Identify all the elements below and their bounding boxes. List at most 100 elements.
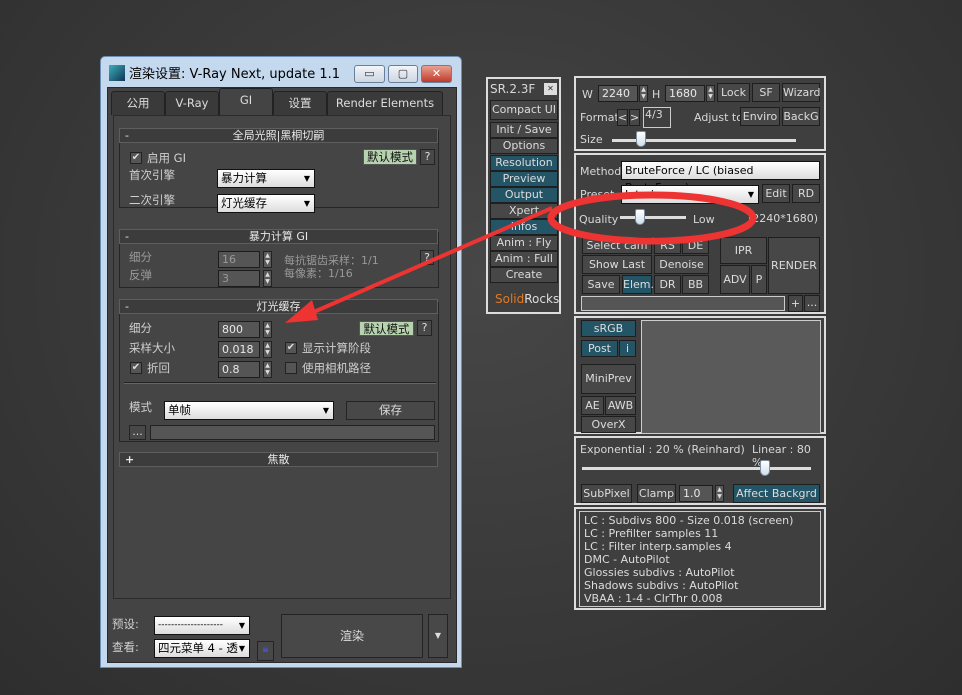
sr-button-preview[interactable]: Preview — [490, 171, 558, 187]
lc-subdivs-spinner[interactable]: ▲▼ — [263, 321, 272, 338]
clamp-button[interactable]: Clamp — [637, 484, 676, 503]
sf-button[interactable]: SF — [752, 83, 780, 102]
render-options-dropdown-icon[interactable]: ▼ — [428, 614, 448, 658]
elements-button[interactable]: Elem. — [622, 275, 652, 294]
primary-engine-dropdown[interactable]: 暴力计算 — [217, 169, 315, 188]
retrace-input[interactable]: 0.8 — [218, 361, 260, 378]
select-cam-button[interactable]: Select cam — [582, 237, 652, 254]
minimize-button[interactable]: ▭ — [354, 65, 385, 83]
gi-rollout-header[interactable]: -全局光照|黑桐切嗣 — [119, 128, 438, 143]
bf-rollout-header[interactable]: -暴力计算 GI — [119, 229, 438, 244]
collapse-toggle[interactable]: - — [125, 129, 129, 142]
sr-button-output[interactable]: Output — [490, 187, 558, 203]
ipr-button[interactable]: IPR — [720, 237, 767, 264]
sr-button-init-save[interactable]: Init / Save — [490, 122, 558, 138]
sr-button-create[interactable]: Create — [490, 267, 558, 283]
adv-button[interactable]: ADV — [720, 265, 750, 294]
quality-slider[interactable] — [620, 216, 686, 219]
ae-button[interactable]: AE — [581, 396, 604, 415]
big-render-button[interactable]: RENDER — [768, 237, 820, 294]
height-input[interactable]: 1680 — [665, 85, 705, 102]
quality-slider-thumb[interactable] — [635, 209, 645, 225]
backg-button[interactable]: BackG — [782, 107, 820, 126]
sr-button-xpert[interactable]: Xpert — [490, 203, 558, 219]
use-camera-checkbox[interactable] — [285, 362, 297, 374]
exposure-slider[interactable] — [582, 467, 811, 470]
lc-save-button[interactable]: 保存 — [346, 401, 435, 420]
height-spinner[interactable]: ▲▼ — [706, 85, 715, 102]
more-button[interactable]: ... — [804, 295, 820, 312]
format-next-button[interactable]: > — [629, 109, 640, 126]
view-dropdown[interactable]: 四元菜单 4 - 透 — [154, 639, 250, 658]
sr-button-infos[interactable]: Infos — [490, 219, 558, 235]
secondary-engine-dropdown[interactable]: 灯光缓存 — [217, 194, 315, 213]
close-button[interactable]: ✕ — [421, 65, 452, 83]
p-button[interactable]: P — [751, 265, 767, 294]
dr-button[interactable]: DR — [654, 275, 681, 294]
tab-render-elements[interactable]: Render Elements — [327, 91, 443, 115]
miniprev-button[interactable]: MiniPrev — [581, 364, 636, 394]
caustics-rollout-header[interactable]: +焦散 — [119, 452, 438, 467]
clamp-value-input[interactable]: 1.0 — [679, 485, 713, 502]
de-button[interactable]: DE — [682, 237, 709, 254]
lc-help-button[interactable]: ? — [417, 320, 432, 336]
bf-help-button[interactable]: ? — [420, 250, 434, 265]
sr-close-icon[interactable]: ✕ — [544, 83, 557, 95]
sr-button-anim-full[interactable]: Anim : Full — [490, 251, 558, 267]
srgb-button[interactable]: sRGB — [581, 320, 636, 337]
lock-button[interactable]: Lock — [717, 83, 750, 102]
rs-button[interactable]: RS — [654, 237, 681, 254]
width-input[interactable]: 2240 — [598, 85, 638, 102]
sr-button-compact-ui[interactable]: Compact UI — [490, 100, 558, 120]
expand-toggle[interactable]: + — [125, 453, 134, 466]
awb-button[interactable]: AWB — [605, 396, 636, 415]
bb-button[interactable]: BB — [682, 275, 709, 294]
preset-dropdown[interactable]: Interior — [621, 185, 759, 204]
post-button[interactable]: Post — [581, 340, 618, 357]
enable-gi-checkbox[interactable]: ✔ — [130, 152, 142, 164]
format-prev-button[interactable]: < — [617, 109, 628, 126]
retrace-checkbox[interactable]: ✔ — [130, 362, 142, 374]
lock-view-icon[interactable]: 🔒︎ — [257, 641, 274, 661]
rd-button[interactable]: RD — [792, 184, 820, 203]
collapse-toggle[interactable]: - — [125, 300, 129, 313]
browse-button[interactable]: ... — [129, 425, 146, 440]
method-dropdown[interactable]: BruteForce / LC (biased BruteForce) — [621, 161, 820, 180]
mode-dropdown[interactable]: 单帧 — [164, 401, 334, 420]
bf-bounces-spinner[interactable]: ▲▼ — [263, 270, 272, 287]
enviro-button[interactable]: Enviro — [740, 107, 780, 126]
bf-subdivs-input[interactable]: 16 — [218, 251, 260, 268]
default-mode-button[interactable]: 默认模式 — [363, 149, 417, 165]
info-i-button[interactable]: i — [619, 340, 636, 357]
add-button[interactable]: + — [788, 295, 803, 312]
overx-button[interactable]: OverX — [581, 416, 636, 433]
tab-gi[interactable]: GI — [219, 88, 273, 115]
bf-subdivs-spinner[interactable]: ▲▼ — [263, 251, 272, 268]
tab-common[interactable]: 公用 — [111, 91, 165, 115]
width-spinner[interactable]: ▲▼ — [639, 85, 648, 102]
lc-file-path-input[interactable] — [150, 425, 435, 440]
help-button[interactable]: ? — [420, 149, 435, 165]
edit-button[interactable]: Edit — [762, 184, 790, 203]
sr-button-anim-fly[interactable]: Anim : Fly — [490, 235, 558, 251]
size-slider-thumb[interactable] — [636, 131, 646, 147]
lc-subdivs-input[interactable]: 800 — [218, 321, 260, 338]
show-last-button[interactable]: Show Last — [582, 255, 652, 274]
subpixel-button[interactable]: SubPixel — [581, 484, 632, 503]
render-button[interactable]: 渲染 — [281, 614, 423, 658]
sr-button-resolution[interactable]: Resolution — [490, 155, 558, 171]
sample-size-spinner[interactable]: ▲▼ — [263, 341, 272, 358]
affect-background-button[interactable]: Affect Backgrd — [733, 484, 820, 503]
denoise-button[interactable]: Denoise — [654, 255, 709, 274]
restore-button[interactable]: ▢ — [388, 65, 418, 83]
wizard-button[interactable]: Wizard — [782, 83, 820, 102]
show-calc-checkbox[interactable]: ✔ — [285, 342, 297, 354]
tab-vray[interactable]: V-Ray — [165, 91, 219, 115]
retrace-spinner[interactable]: ▲▼ — [263, 361, 272, 378]
preset-dropdown[interactable]: -------------------- — [154, 616, 250, 635]
save-button[interactable]: Save — [582, 275, 620, 294]
aspect-ratio-field[interactable]: 4/3 — [643, 107, 671, 128]
sr-button-options[interactable]: Options — [490, 138, 558, 154]
collapse-toggle[interactable]: - — [125, 230, 129, 243]
output-path-input[interactable] — [581, 296, 785, 311]
